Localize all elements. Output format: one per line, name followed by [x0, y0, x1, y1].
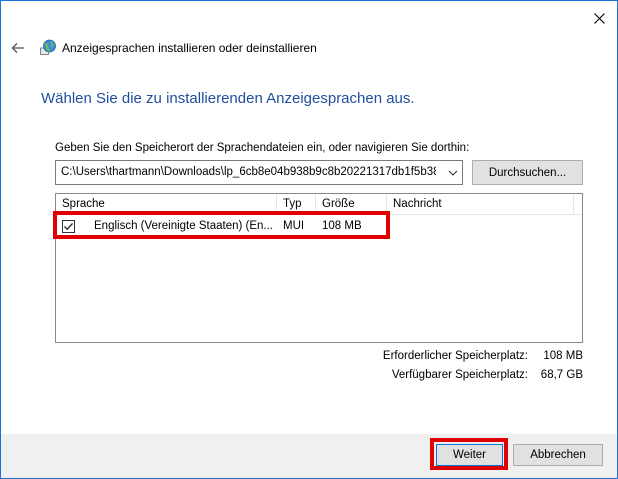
required-space-label: Erforderlicher Speicherplatz:: [382, 350, 528, 362]
globe-language-icon: [40, 39, 56, 55]
window-title: Anzeigesprachen installieren oder deinst…: [62, 41, 317, 55]
dialog-window: Anzeigesprachen installieren oder deinst…: [0, 0, 618, 479]
back-arrow-icon: [11, 43, 24, 53]
path-combobox[interactable]: C:\Users\thartmann\Downloads\lp_6cb8e04b…: [55, 160, 463, 185]
required-space-value: 108 MB: [543, 350, 583, 362]
page-heading: Wählen Sie die zu installierenden Anzeig…: [41, 90, 415, 107]
path-input-value[interactable]: C:\Users\thartmann\Downloads\lp_6cb8e04b…: [61, 166, 436, 178]
cancel-button[interactable]: Abbrechen: [513, 444, 603, 466]
back-button[interactable]: [9, 39, 27, 57]
available-space-label: Verfügbarer Speicherplatz:: [391, 369, 528, 381]
row-highlight-annotation: [53, 211, 390, 239]
browse-button[interactable]: Durchsuchen...: [472, 160, 583, 185]
available-space-value: 68,7 GB: [540, 369, 583, 381]
path-label: Geben Sie den Speicherort der Sprachenda…: [55, 142, 470, 154]
close-button[interactable]: [589, 9, 609, 27]
cell-message: [393, 216, 573, 237]
close-icon: [593, 12, 605, 24]
column-header-message[interactable]: Nachricht: [387, 194, 574, 215]
next-highlight-annotation: [430, 438, 508, 470]
chevron-down-icon[interactable]: [448, 168, 458, 178]
